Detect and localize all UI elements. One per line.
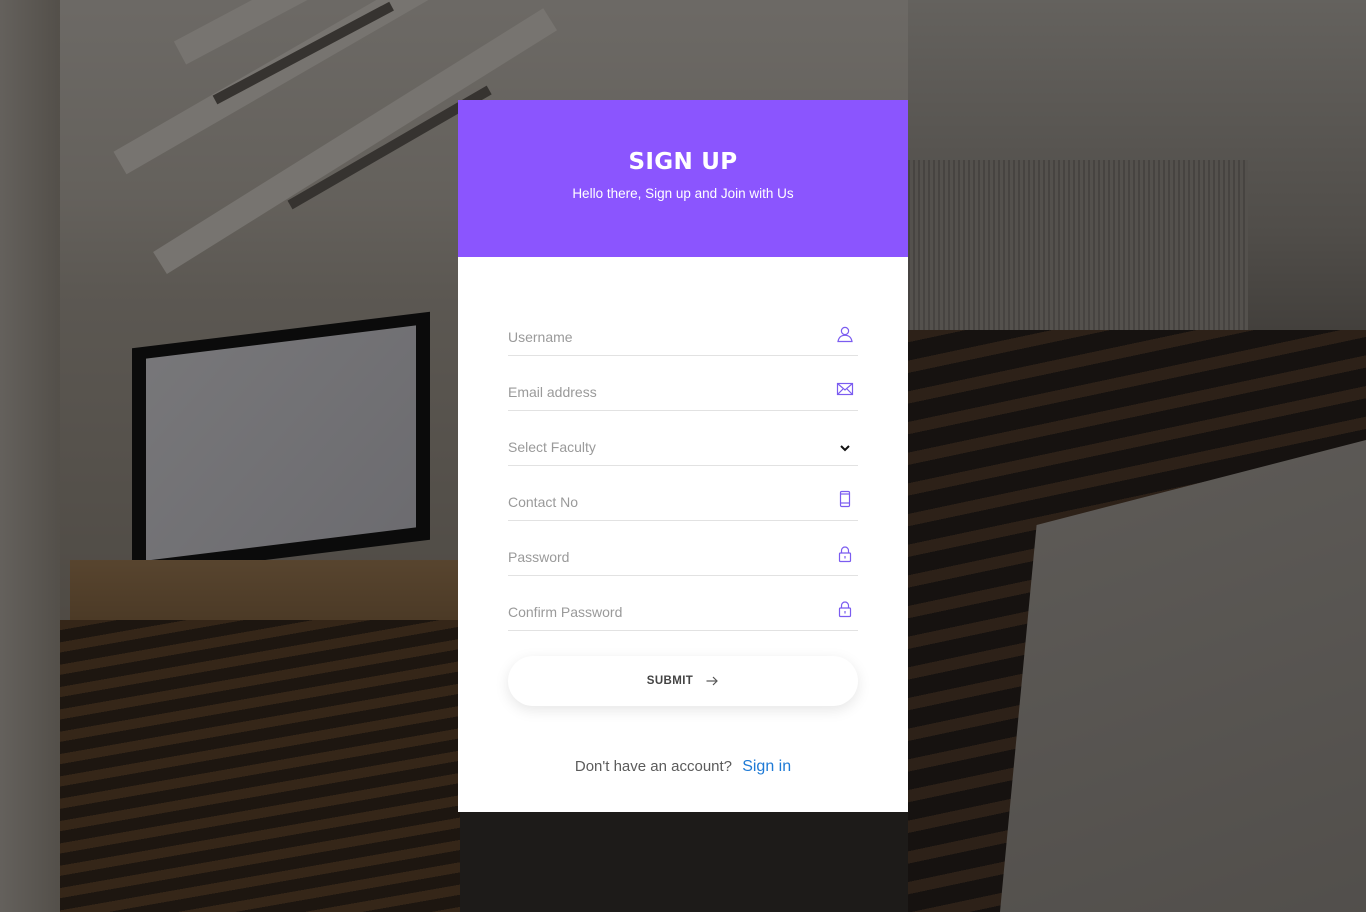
- signup-card: SIGN UP Hello there, Sign up and Join wi…: [458, 100, 908, 812]
- email-input[interactable]: [508, 384, 828, 400]
- chevron-down-icon[interactable]: [836, 439, 854, 457]
- arrow-right-icon: [706, 676, 719, 686]
- signin-prompt-text: Don't have an account?: [574, 758, 733, 775]
- card-header: SIGN UP Hello there, Sign up and Join wi…: [458, 100, 908, 257]
- signup-form: Select Faculty: [458, 257, 908, 776]
- sign-in-link[interactable]: Sign in: [742, 758, 791, 775]
- faculty-select[interactable]: Select Faculty: [508, 439, 828, 455]
- signin-prompt: Don't have an account? Sign in: [508, 758, 858, 776]
- contact-field-row: [508, 466, 858, 521]
- confirm-password-input[interactable]: [508, 604, 828, 620]
- mobile-phone-icon: [836, 490, 854, 508]
- lock-icon: [836, 600, 854, 618]
- email-field-row: [508, 356, 858, 411]
- password-field-row: [508, 521, 858, 576]
- username-field-row: [508, 301, 858, 356]
- password-input[interactable]: [508, 549, 828, 565]
- confirm-password-field-row: [508, 576, 858, 631]
- submit-button-label: SUBMIT: [646, 675, 694, 687]
- envelope-icon: [836, 380, 854, 398]
- faculty-select-row[interactable]: Select Faculty: [508, 411, 858, 466]
- user-icon: [836, 325, 854, 343]
- contact-input[interactable]: [508, 494, 828, 510]
- username-input[interactable]: [508, 329, 828, 345]
- page-title: SIGN UP: [628, 149, 738, 175]
- page-subtitle: Hello there, Sign up and Join with Us: [572, 186, 794, 201]
- lock-icon: [836, 545, 854, 563]
- submit-button[interactable]: SUBMIT: [508, 656, 858, 706]
